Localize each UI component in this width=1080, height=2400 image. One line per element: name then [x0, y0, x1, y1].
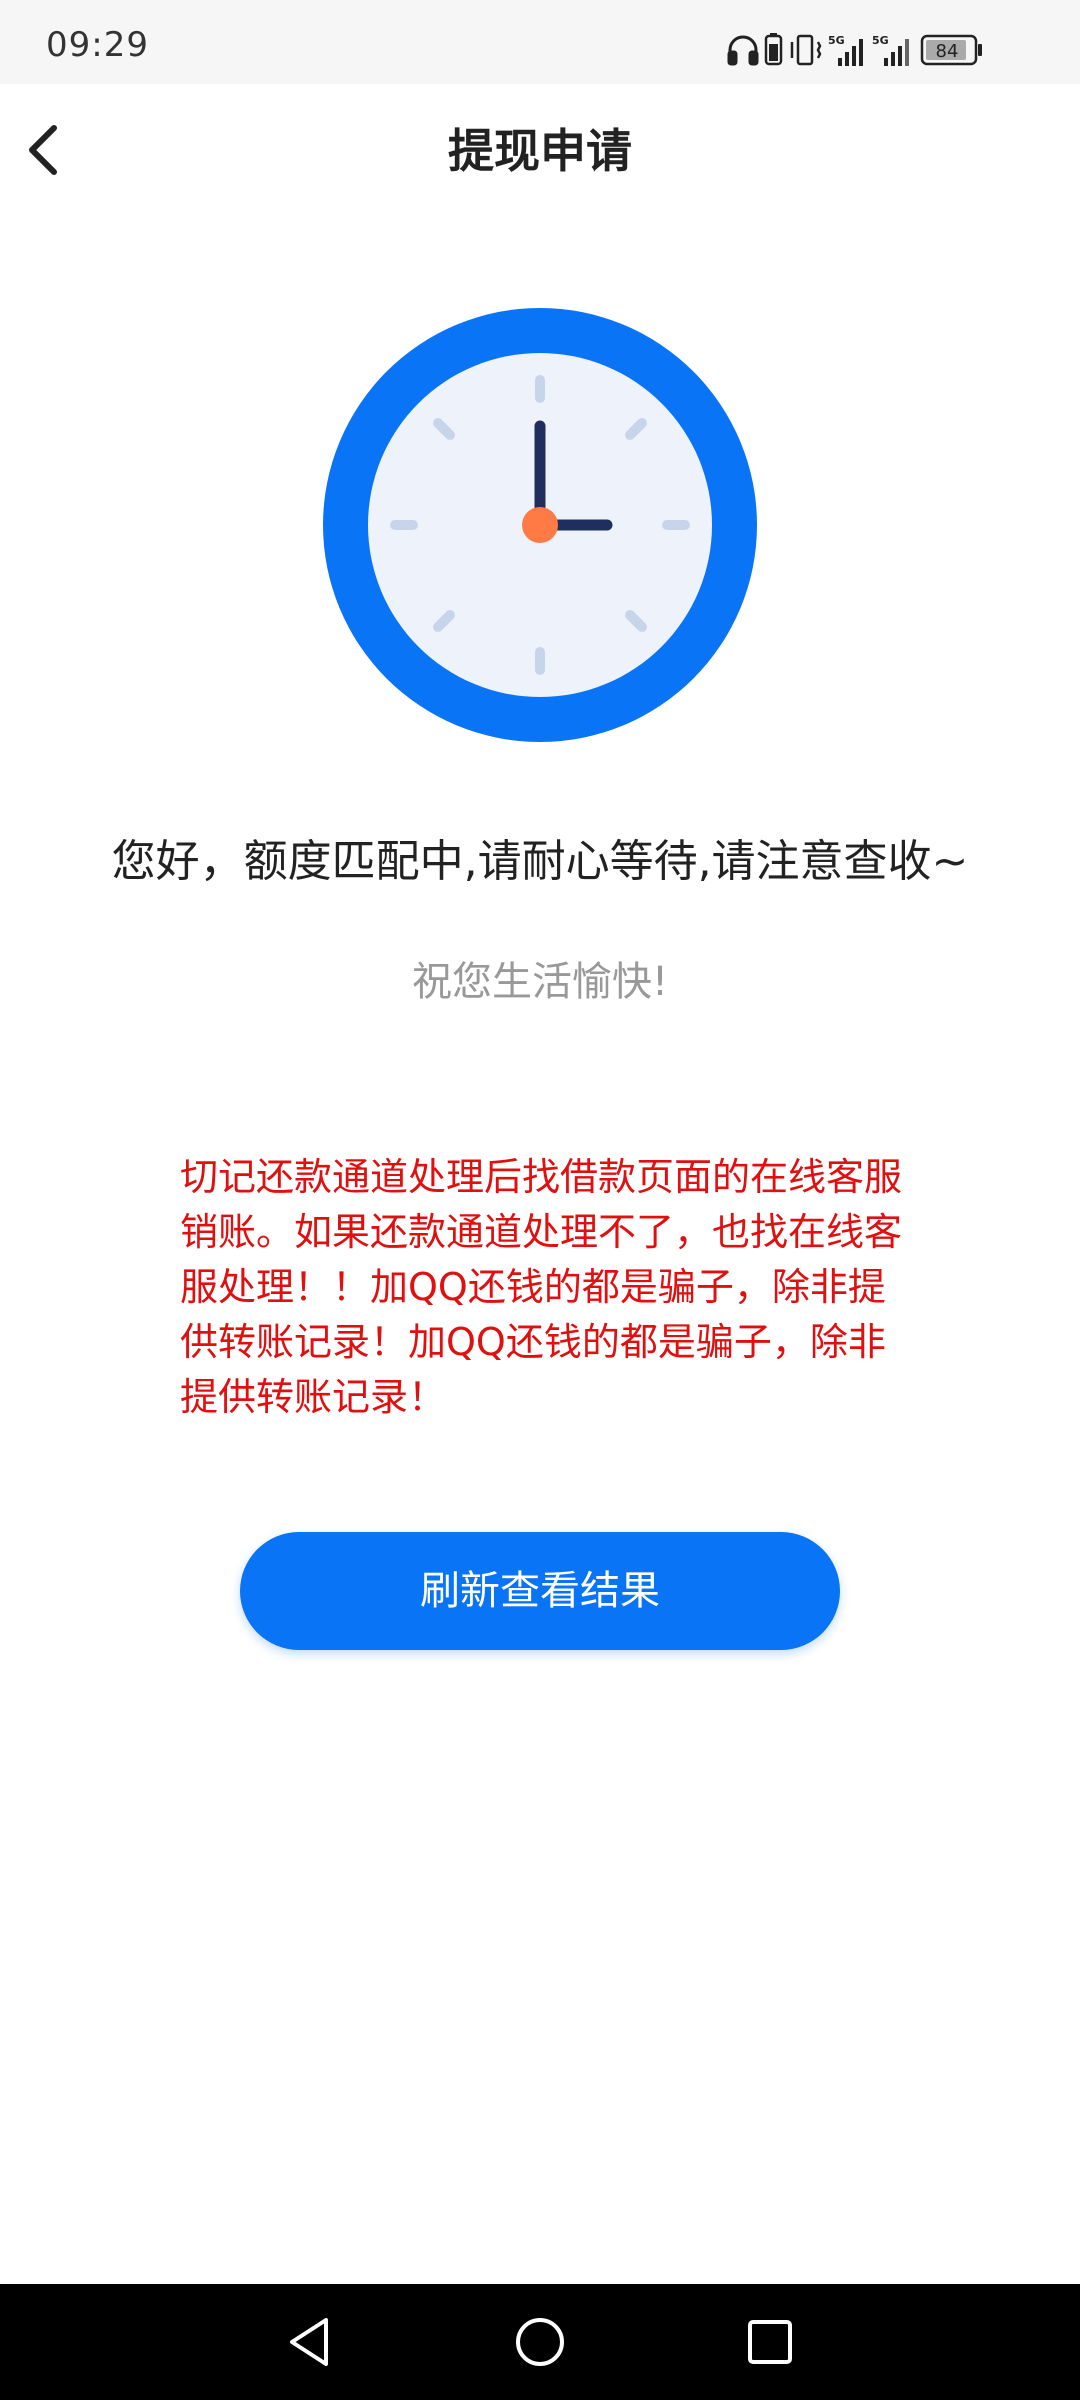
- back-triangle-icon[interactable]: [278, 2310, 342, 2374]
- signal-5g-icon: 5G: [872, 34, 909, 66]
- vibrate-icon: [790, 34, 822, 66]
- nav-bar: [0, 2284, 1080, 2400]
- battery-saver-icon: [764, 33, 783, 66]
- svg-text:5G: 5G: [828, 34, 845, 47]
- refresh-button[interactable]: 刷新查看结果: [240, 1532, 840, 1650]
- signal-5g-icon: 5G: [828, 34, 863, 66]
- status-icons: 5G 5G 84: [726, 30, 1036, 70]
- status-bar: 09:29 5G 5G 84: [0, 0, 1080, 84]
- battery-icon: 84: [920, 34, 982, 66]
- status-message: 您好，额度匹配中,请耐心等待,请注意查收~: [111, 836, 969, 887]
- warning-text: 切记还款通道处理后找借款页面的在线客服销账。如果还款通道处理不了，也找在线客服处…: [180, 1155, 903, 1419]
- clock-icon: [323, 308, 757, 742]
- header: 提现申请: [0, 84, 1080, 220]
- headphones-icon: [727, 35, 759, 66]
- page-title: 提现申请: [448, 124, 632, 178]
- recents-square-icon[interactable]: [738, 2310, 802, 2374]
- greeting-text: 祝您生活愉快!: [411, 959, 669, 1005]
- home-circle-icon[interactable]: [508, 2310, 572, 2374]
- svg-text:5G: 5G: [872, 34, 889, 47]
- status-time: 09:29: [46, 25, 149, 65]
- svg-text:84: 84: [936, 41, 959, 62]
